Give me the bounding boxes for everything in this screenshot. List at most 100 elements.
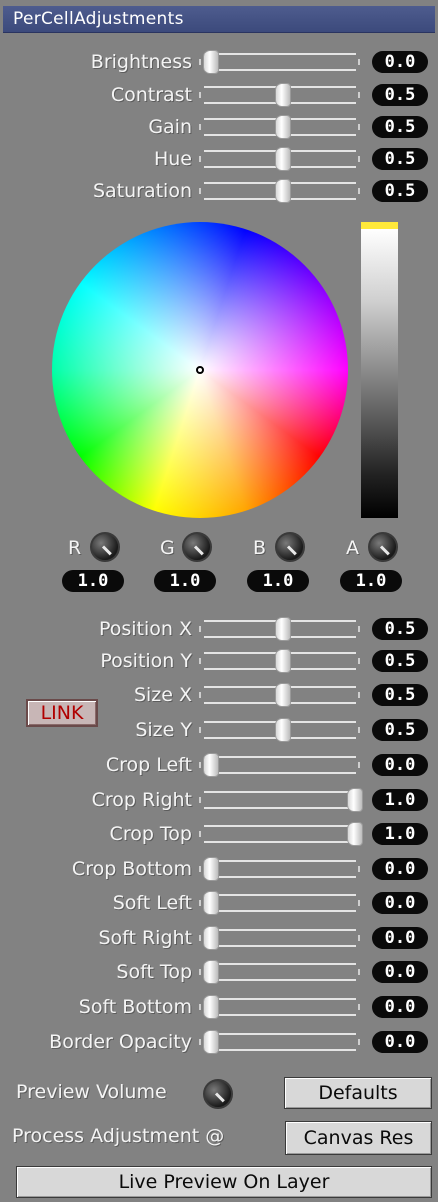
slider-tick-min [199,900,201,906]
slider-value[interactable]: 0.5 [372,618,428,640]
slider-value[interactable]: 1.0 [372,789,428,811]
defaults-button[interactable]: Defaults [284,1077,432,1109]
slider-value[interactable]: 0.5 [372,84,428,106]
slider-tick-max [358,969,360,975]
channel-value-g[interactable]: 1.0 [154,570,216,592]
slider-value[interactable]: 0.0 [372,1031,428,1053]
slider-handle[interactable] [204,858,218,880]
slider-label: Soft Right [98,927,192,949]
channel-value-b[interactable]: 1.0 [247,570,309,592]
slider-track[interactable] [204,963,356,981]
dial-g-icon[interactable] [182,532,212,562]
live-preview-on-layer-button[interactable]: Live Preview On Layer [16,1166,432,1198]
slider-tick-min [199,1004,201,1010]
slider-label: Size Y [135,719,192,741]
color-wheel[interactable] [52,222,348,518]
slider-value[interactable]: 0.0 [372,996,428,1018]
slider-handle[interactable] [276,650,290,672]
slider-label: Hue [153,148,192,170]
slider-handle[interactable] [204,961,218,983]
canvas-res-button[interactable]: Canvas Res [285,1121,432,1155]
channel-value-a[interactable]: 1.0 [340,570,402,592]
slider-value[interactable]: 0.0 [372,927,428,949]
slider-handle[interactable] [204,754,218,776]
slider-track[interactable] [204,860,356,878]
slider-tick-min [199,935,201,941]
slider-handle[interactable] [276,719,290,741]
slider-tick-max [358,626,360,632]
channel-label-r: R [68,537,82,559]
slider-tick-max [358,727,360,733]
brightness-bar[interactable] [361,229,398,518]
color-picker-handle[interactable] [196,366,204,374]
slider-tick-min [199,692,201,698]
slider-tick-max [358,92,360,98]
slider-label: Brightness [90,51,192,73]
channel-value-r[interactable]: 1.0 [62,570,124,592]
slider-label: Crop Left [105,754,192,776]
slider-value[interactable]: 0.5 [372,148,428,170]
slider-label: Size X [133,684,192,706]
slider-label: Gain [148,116,192,138]
preview-volume-dial-icon[interactable] [203,1079,233,1109]
channel-label-g: G [160,537,175,559]
slider-handle[interactable] [276,148,290,170]
slider-track[interactable] [204,756,356,774]
slider-tick-max [358,866,360,872]
slider-label: Contrast [110,84,192,106]
slider-handle[interactable] [276,684,290,706]
slider-value[interactable]: 0.0 [372,51,428,73]
slider-track[interactable] [204,894,356,912]
slider-tick-max [358,1039,360,1045]
slider-track[interactable] [204,998,356,1016]
slider-value[interactable]: 0.0 [372,858,428,880]
slider-tick-min [199,626,201,632]
process-adjustment-label: Process Adjustment @ [12,1125,225,1147]
slider-value[interactable]: 0.5 [372,116,428,138]
slider-value[interactable]: 1.0 [372,823,428,845]
slider-tick-min [199,762,201,768]
slider-value[interactable]: 0.0 [372,754,428,776]
slider-track[interactable] [204,929,356,947]
slider-handle[interactable] [276,116,290,138]
slider-value[interactable]: 0.5 [372,180,428,202]
slider-tick-min [199,658,201,664]
slider-tick-min [199,59,201,65]
link-button[interactable]: LINK [26,699,98,727]
slider-track[interactable] [204,825,356,843]
slider-tick-min [199,866,201,872]
slider-label: Soft Top [116,961,192,983]
slider-track[interactable] [204,1033,356,1051]
slider-handle[interactable] [348,823,362,845]
channel-label-b: B [253,537,267,559]
slider-value[interactable]: 0.5 [372,684,428,706]
slider-value[interactable]: 0.0 [372,892,428,914]
slider-handle[interactable] [204,996,218,1018]
slider-handle[interactable] [204,927,218,949]
slider-value[interactable]: 0.5 [372,650,428,672]
dial-r-icon[interactable] [90,532,120,562]
slider-label: Border Opacity [49,1031,192,1053]
slider-handle[interactable] [276,618,290,640]
slider-tick-min [199,727,201,733]
slider-handle[interactable] [276,180,290,202]
slider-tick-max [358,658,360,664]
title-bar: PerCellAdjustments [3,6,435,33]
dial-a-icon[interactable] [368,532,398,562]
dial-b-icon[interactable] [275,532,305,562]
slider-tick-min [199,188,201,194]
slider-value[interactable]: 0.5 [372,719,428,741]
slider-track[interactable] [204,53,356,71]
slider-handle[interactable] [204,1031,218,1053]
slider-value[interactable]: 0.0 [372,961,428,983]
slider-tick-min [199,92,201,98]
slider-tick-min [199,831,201,837]
slider-handle[interactable] [348,789,362,811]
slider-tick-max [358,1004,360,1010]
slider-handle[interactable] [204,892,218,914]
slider-track[interactable] [204,791,356,809]
slider-tick-min [199,1039,201,1045]
slider-handle[interactable] [204,51,218,73]
slider-handle[interactable] [276,84,290,106]
slider-tick-min [199,156,201,162]
